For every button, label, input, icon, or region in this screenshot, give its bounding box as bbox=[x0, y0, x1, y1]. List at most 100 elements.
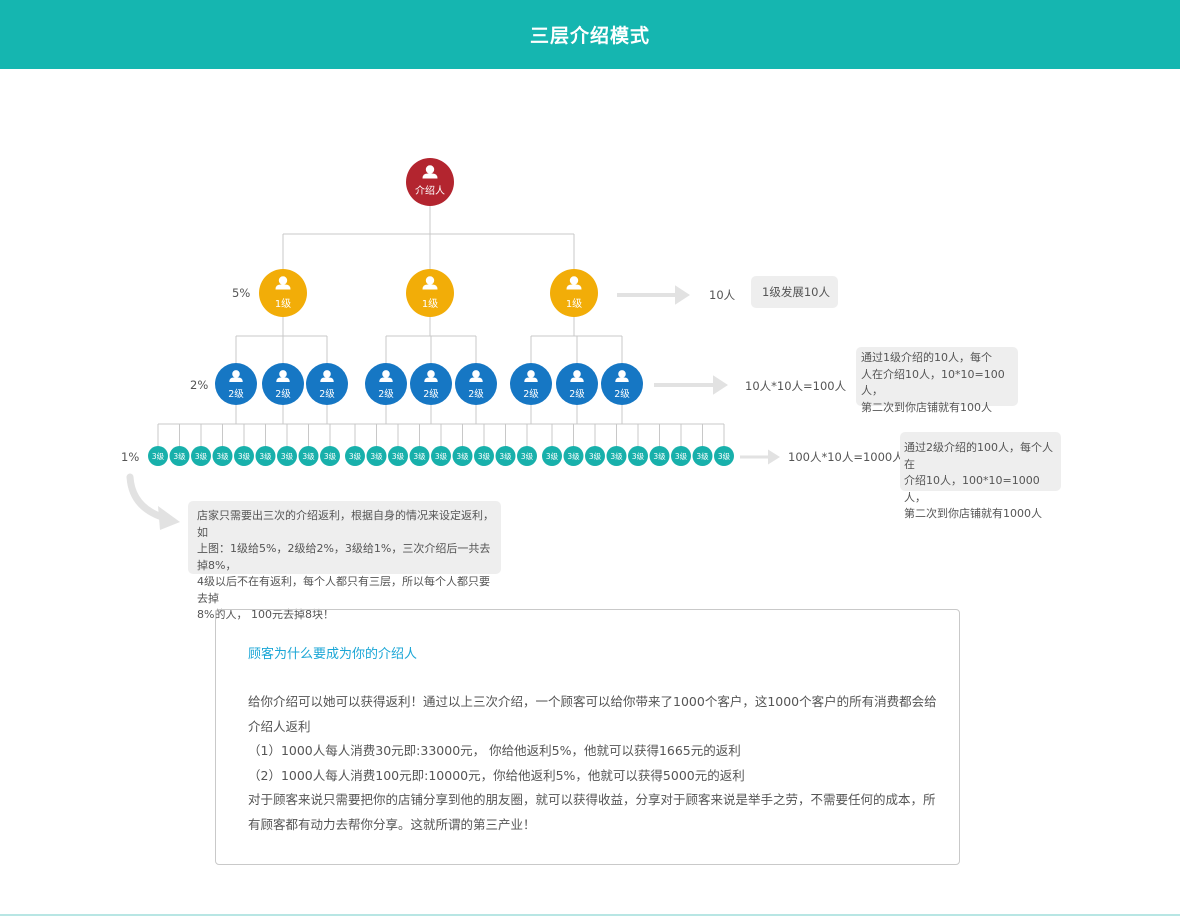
tree-connectors bbox=[157, 206, 725, 446]
level3-node-label: 3级 bbox=[216, 451, 229, 461]
arrows bbox=[126, 285, 780, 530]
level1-node: 1级 bbox=[406, 269, 454, 317]
level3-rate: 1% bbox=[121, 450, 139, 464]
level3-node-label: 3级 bbox=[435, 451, 448, 461]
panel-paragraph: 给你介绍可以她可以获得返利！通过以上三次介绍，一个顾客可以给你带来了1000个客… bbox=[248, 694, 937, 734]
level3-node-label: 3级 bbox=[546, 451, 559, 461]
level3-node: 3级 bbox=[431, 446, 451, 466]
level3-node: 3级 bbox=[234, 446, 254, 466]
level3-node-label: 3级 bbox=[370, 451, 383, 461]
level3-node-label: 3级 bbox=[324, 451, 337, 461]
level2-rate: 2% bbox=[190, 378, 208, 392]
level3-node: 3级 bbox=[495, 446, 516, 466]
level3-node: 3级 bbox=[649, 446, 670, 466]
level3-node-label: 3级 bbox=[456, 451, 469, 461]
level1-node-label: 1级 bbox=[566, 298, 582, 310]
level2-node-label: 2级 bbox=[228, 388, 244, 400]
level2-node-label: 2级 bbox=[275, 388, 291, 400]
level3-node-label: 3级 bbox=[632, 451, 645, 461]
level3-node: 3级 bbox=[542, 446, 562, 466]
level2-note: 通过1级介绍的10人，每个 人在介绍10人，10*10=100人， 第二次到你店… bbox=[856, 347, 1018, 414]
level3-node: 3级 bbox=[277, 446, 297, 466]
level3-node-label: 3级 bbox=[610, 451, 623, 461]
level3-node: 3级 bbox=[409, 446, 430, 466]
level1-note: 1级发展10人 bbox=[751, 276, 838, 308]
level2-node-label: 2级 bbox=[523, 388, 539, 400]
level3-result: 100人*10人=1000人 bbox=[788, 450, 904, 464]
level3-note: 通过2级介绍的100人，每个人在 介绍10人，100*10=1000人， 第二次… bbox=[900, 432, 1061, 520]
level3-node-label: 3级 bbox=[259, 451, 272, 461]
level3-node-label: 3级 bbox=[152, 451, 165, 461]
panel-title: 顾客为什么要成为你的介绍人 bbox=[248, 647, 418, 662]
right-arrow-icon bbox=[654, 375, 728, 395]
level1-node: 1级 bbox=[259, 269, 307, 317]
level1-rate: 5% bbox=[232, 286, 250, 300]
level1-result: 10人 bbox=[709, 288, 736, 302]
level2-node: 2级 bbox=[455, 363, 497, 405]
level3-node: 3级 bbox=[320, 446, 340, 466]
root-node: 介绍人 bbox=[406, 158, 454, 206]
level3-node: 3级 bbox=[585, 446, 605, 466]
level2-node: 2级 bbox=[306, 363, 348, 405]
level2-node-label: 2级 bbox=[319, 388, 335, 400]
level3-node-label: 3级 bbox=[499, 451, 512, 461]
right-arrow-icon bbox=[617, 285, 690, 305]
level3-node: 3级 bbox=[255, 446, 276, 466]
level2-node: 2级 bbox=[262, 363, 304, 405]
level2-node-label: 2级 bbox=[614, 388, 630, 400]
level1-node-label: 1级 bbox=[275, 298, 291, 310]
panel-body: 给你介绍可以她可以获得返利！通过以上三次介绍，一个顾客可以给你带来了1000个客… bbox=[248, 690, 938, 837]
level3-node: 3级 bbox=[714, 446, 734, 466]
level3-node-label: 3级 bbox=[718, 451, 731, 461]
level2-node-label: 2级 bbox=[423, 388, 439, 400]
level3-node: 3级 bbox=[474, 446, 494, 466]
why-referrer-panel: 顾客为什么要成为你的介绍人 给你介绍可以她可以获得返利！通过以上三次介绍，一个顾… bbox=[215, 609, 960, 865]
level3-node-label: 3级 bbox=[281, 451, 294, 461]
level3-node-label: 3级 bbox=[567, 451, 580, 461]
level2-result: 10人*10人=100人 bbox=[745, 379, 847, 393]
level2-node: 2级 bbox=[556, 363, 598, 405]
level2-node: 2级 bbox=[410, 363, 452, 405]
level3-node-label: 3级 bbox=[392, 451, 405, 461]
level3-node-label: 3级 bbox=[195, 451, 208, 461]
level2-node: 2级 bbox=[601, 363, 643, 405]
level2-node: 2级 bbox=[510, 363, 552, 405]
level1-node: 1级 bbox=[550, 269, 598, 317]
curved-arrow-icon bbox=[126, 473, 180, 530]
level3-node-label: 3级 bbox=[478, 451, 491, 461]
level3-node-label: 3级 bbox=[675, 451, 688, 461]
level1-node-label: 1级 bbox=[422, 298, 438, 310]
level3-node-label: 3级 bbox=[521, 451, 534, 461]
level3-node-label: 3级 bbox=[302, 451, 315, 461]
level3-node-label: 3级 bbox=[238, 451, 251, 461]
level3-node: 3级 bbox=[388, 446, 408, 466]
level2-node-label: 2级 bbox=[378, 388, 394, 400]
rule-note: 店家只需要出三次的介绍返利，根据自身的情况来设定返利，如 上图：1级给5%，2级… bbox=[188, 501, 501, 621]
level3-node: 3级 bbox=[148, 446, 168, 466]
level3-node: 3级 bbox=[345, 446, 365, 466]
level3-node: 3级 bbox=[169, 446, 190, 466]
panel-paragraph: （2）1000人每人消费100元即:10000元，你给他返利5%，他就可以获得5… bbox=[248, 767, 745, 783]
level3-node: 3级 bbox=[628, 446, 648, 466]
level3-node-label: 3级 bbox=[413, 451, 426, 461]
level3-node: 3级 bbox=[671, 446, 691, 466]
level3-node: 3级 bbox=[191, 446, 211, 466]
level3-node: 3级 bbox=[517, 446, 537, 466]
level2-node-label: 2级 bbox=[468, 388, 484, 400]
level3-node-label: 3级 bbox=[653, 451, 666, 461]
level3-node-label: 3级 bbox=[696, 451, 709, 461]
root-node-label: 介绍人 bbox=[415, 184, 445, 197]
level3-node-label: 3级 bbox=[589, 451, 602, 461]
level3-node: 3级 bbox=[606, 446, 627, 466]
level3-node: 3级 bbox=[692, 446, 713, 466]
panel-paragraph: （1）1000人每人消费30元即:33000元， 你给他返利5%，他就可以获得1… bbox=[248, 743, 741, 758]
level3-node-label: 3级 bbox=[173, 451, 186, 461]
level3-node: 3级 bbox=[212, 446, 233, 466]
level3-node: 3级 bbox=[563, 446, 584, 466]
right-arrow-icon bbox=[740, 449, 780, 465]
level2-node: 2级 bbox=[215, 363, 257, 405]
level3-node: 3级 bbox=[298, 446, 319, 466]
level3-node: 3级 bbox=[366, 446, 387, 466]
level3-node-label: 3级 bbox=[349, 451, 362, 461]
level2-node: 2级 bbox=[365, 363, 407, 405]
